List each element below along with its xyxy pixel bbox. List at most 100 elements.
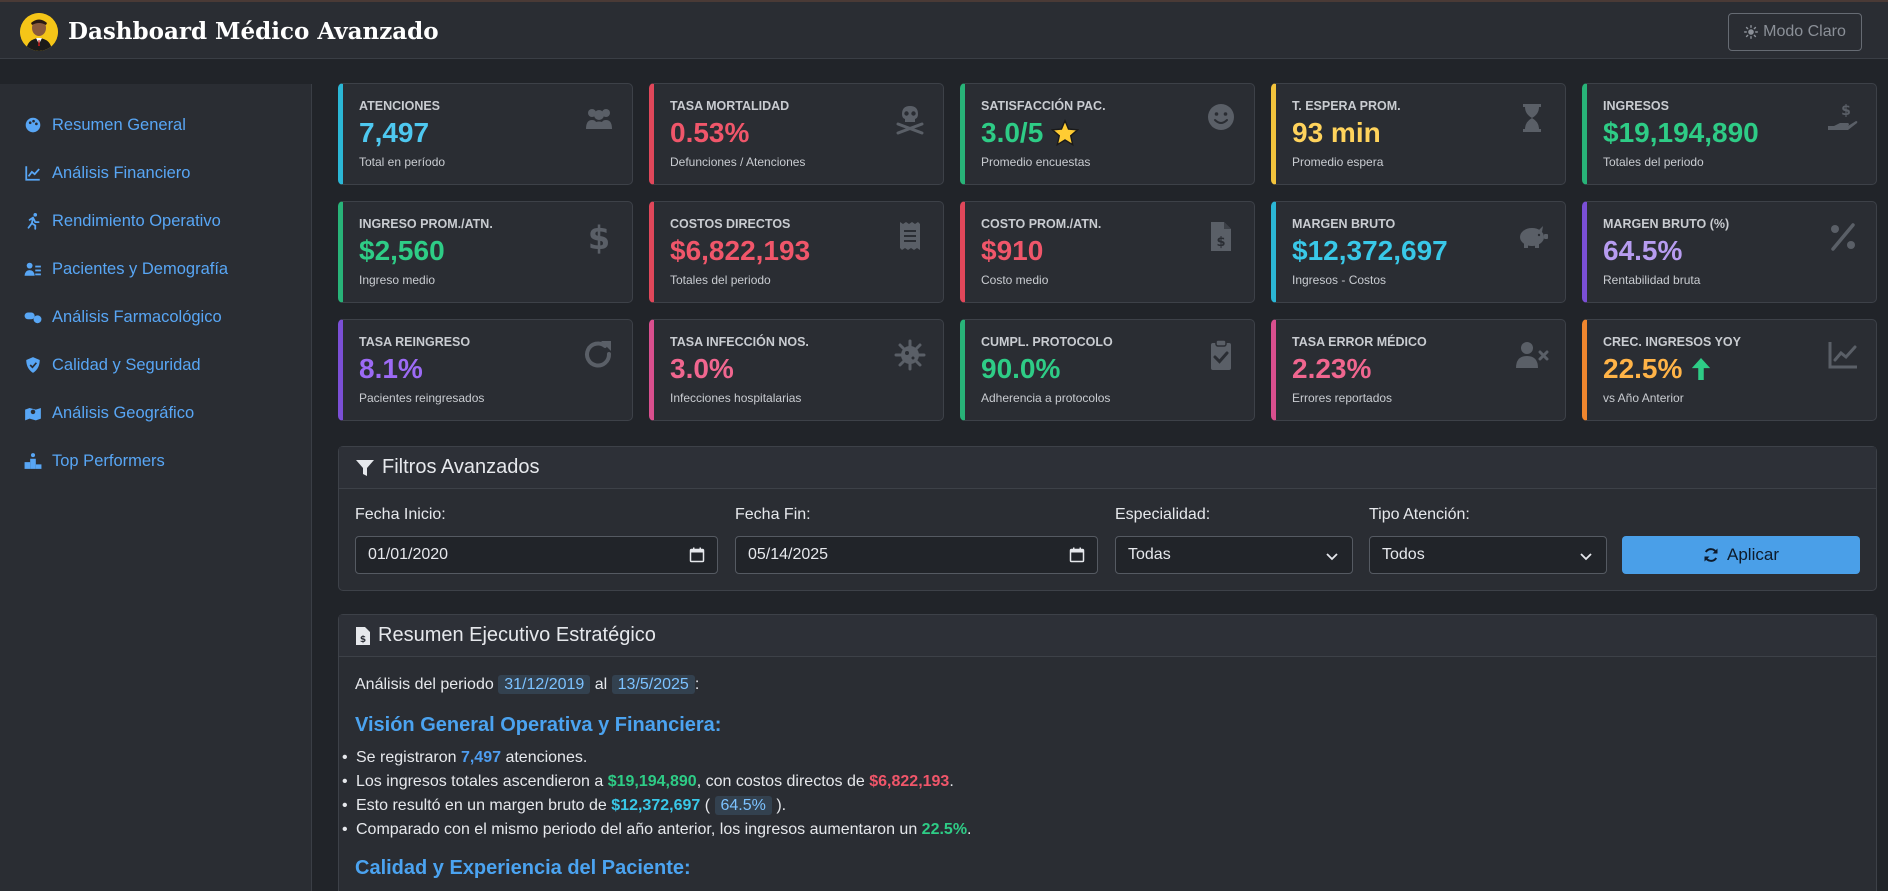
section-title-calidad: Calidad y Experiencia del Paciente:	[355, 857, 691, 879]
apply-label: Aplicar	[1727, 545, 1779, 564]
kpi-title: TASA MORTALIDAD	[670, 99, 790, 113]
list-item: Los ingresos totales ascendieron a $19,1…	[342, 773, 954, 791]
summary-title: Resumen Ejecutivo Estratégico	[378, 624, 656, 646]
kpi-card-tiempo-espera: T. ESPERA PROM. 93 min Promedio espera	[1271, 83, 1566, 185]
kpi-value: 7,497	[359, 117, 430, 148]
especialidad-value: Todas	[1128, 546, 1171, 563]
kpi-title: CUMPL. PROTOCOLO	[981, 335, 1113, 349]
chevron-down-icon	[1326, 553, 1338, 561]
kpi-title: T. ESPERA PROM.	[1292, 99, 1401, 113]
text: .	[967, 821, 972, 838]
kpi-value: $12,372,697	[1292, 235, 1448, 266]
sidebar-item-calidad-seguridad[interactable]: Calidad y Seguridad	[24, 354, 201, 376]
list-item: Comparado con el mismo periodo del año a…	[342, 821, 972, 839]
kpi-subtitle: Ingresos - Costos	[1292, 273, 1387, 287]
light-mode-label: Modo Claro	[1763, 23, 1846, 40]
user-group-icon	[24, 262, 41, 276]
value: 7,497	[460, 749, 501, 766]
sidebar: Resumen General Análisis Financiero Rend…	[0, 84, 312, 891]
kpi-value: 2.23%	[1292, 353, 1372, 384]
sidebar-item-label: Calidad y Seguridad	[52, 355, 201, 374]
kpi-card-satisfaccion: SATISFACCIÓN PAC. 3.0/5 Promedio encuest…	[960, 83, 1255, 185]
kpi-subtitle: Rentabilidad bruta	[1603, 273, 1701, 287]
kpi-title: SATISFACCIÓN PAC.	[981, 99, 1106, 113]
sidebar-item-top-performers[interactable]: Top Performers	[24, 450, 165, 472]
especialidad-select[interactable]: Todas	[1115, 536, 1353, 574]
fecha-fin-input[interactable]: 05/14/2025	[735, 536, 1098, 574]
running-icon	[27, 213, 40, 230]
kpi-subtitle: Infecciones hospitalarias	[670, 391, 802, 405]
map-icon	[25, 407, 41, 421]
kpi-subtitle: Total en período	[359, 155, 446, 169]
kpi-card-ingreso-promedio: INGRESO PROM./ATN. $2,560 Ingreso medio …	[338, 201, 633, 303]
tipo-atencion-value: Todos	[1382, 546, 1425, 563]
calendar-icon	[1069, 547, 1085, 563]
text: ).	[776, 797, 787, 814]
star-icon	[1051, 119, 1080, 147]
kpi-card-tasa-error-medico: TASA ERROR MÉDICO 2.23% Errores reportad…	[1271, 319, 1566, 421]
period-end-badge: 13/5/2025	[611, 675, 695, 694]
period-line: Análisis del periodo 31/12/2019 al 13/5/…	[355, 675, 700, 694]
avatar	[20, 13, 58, 51]
clipboard-check-icon	[1204, 338, 1238, 372]
arrow-up-icon	[1692, 358, 1711, 380]
redo-icon	[582, 338, 616, 372]
value: $6,822,193	[869, 773, 950, 790]
kpi-card-atenciones: ATENCIONES 7,497 Total en período	[338, 83, 633, 185]
especialidad-label: Especialidad:	[1115, 506, 1211, 523]
sidebar-item-label: Análisis Financiero	[52, 163, 191, 182]
kpi-title: ATENCIONES	[359, 99, 441, 113]
text: atenciones.	[505, 749, 588, 766]
hourglass-icon	[1515, 102, 1549, 136]
kpi-value: $6,822,193	[670, 235, 811, 266]
kpi-subtitle: Adherencia a protocolos	[981, 391, 1111, 405]
sidebar-item-rendimiento-operativo[interactable]: Rendimiento Operativo	[24, 210, 221, 232]
period-suffix: :	[694, 676, 700, 693]
kpi-card-cumplimiento-protocolo: CUMPL. PROTOCOLO 90.0% Adherencia a prot…	[960, 319, 1255, 421]
sidebar-item-analisis-farmacologico[interactable]: Análisis Farmacológico	[24, 306, 222, 328]
value: $19,194,890	[607, 773, 697, 790]
hand-dollar-icon: $	[1826, 102, 1860, 136]
sidebar-item-label: Análisis Geográfico	[52, 403, 195, 422]
text: Esto resultó en un margen bruto de	[356, 797, 607, 814]
kpi-value: 8.1%	[359, 353, 423, 384]
sidebar-item-label: Análisis Farmacológico	[52, 307, 222, 326]
sidebar-item-analisis-geografico[interactable]: Análisis Geográfico	[24, 402, 194, 424]
skull-icon	[893, 102, 927, 136]
kpi-subtitle: Totales del periodo	[670, 273, 771, 287]
kpi-title: COSTOS DIRECTOS	[670, 217, 791, 231]
fecha-inicio-value: 01/01/2020	[368, 546, 449, 563]
sidebar-item-analisis-financiero[interactable]: Análisis Financiero	[24, 162, 190, 184]
chevron-down-icon	[1580, 553, 1592, 561]
kpi-value: 0.53%	[670, 117, 750, 148]
sidebar-item-pacientes-demografia[interactable]: Pacientes y Demografía	[24, 258, 228, 280]
smile-icon	[1204, 102, 1238, 136]
fecha-inicio-input[interactable]: 01/01/2020	[355, 536, 718, 574]
kpi-title: INGRESOS	[1603, 99, 1669, 113]
svg-text:$: $	[360, 635, 366, 645]
period-mid: al	[594, 676, 608, 693]
kpi-subtitle: Pacientes reingresados	[359, 391, 485, 405]
light-mode-button[interactable]: Modo Claro	[1728, 13, 1862, 51]
svg-text:$: $	[1216, 235, 1225, 250]
value: 22.5%	[921, 821, 968, 838]
text: , con costos directos de	[696, 773, 865, 790]
kpi-subtitle: vs Año Anterior	[1603, 391, 1684, 405]
sidebar-item-resumen-general[interactable]: Resumen General	[24, 114, 186, 136]
user-x-icon	[1515, 338, 1549, 372]
value: $12,372,697	[611, 797, 701, 814]
tipo-atencion-select[interactable]: Todos	[1369, 536, 1607, 574]
kpi-title: TASA ERROR MÉDICO	[1292, 335, 1427, 349]
fecha-fin-label: Fecha Fin:	[735, 506, 811, 523]
list-item: Se registraron 7,497 atenciones.	[342, 749, 588, 767]
kpi-value: 64.5%	[1603, 235, 1683, 266]
apply-button[interactable]: Aplicar	[1622, 536, 1860, 574]
kpi-subtitle: Errores reportados	[1292, 391, 1393, 405]
kpi-title: MARGEN BRUTO (%)	[1603, 217, 1730, 231]
kpi-value: $910	[981, 235, 1044, 266]
fecha-inicio-label: Fecha Inicio:	[355, 506, 446, 523]
period-prefix: Análisis del periodo	[355, 676, 494, 693]
trend-icon	[1826, 338, 1860, 372]
kpi-title: TASA REINGRESO	[359, 335, 471, 349]
kpi-card-costo-promedio: COSTO PROM./ATN. $910 Costo medio $	[960, 201, 1255, 303]
